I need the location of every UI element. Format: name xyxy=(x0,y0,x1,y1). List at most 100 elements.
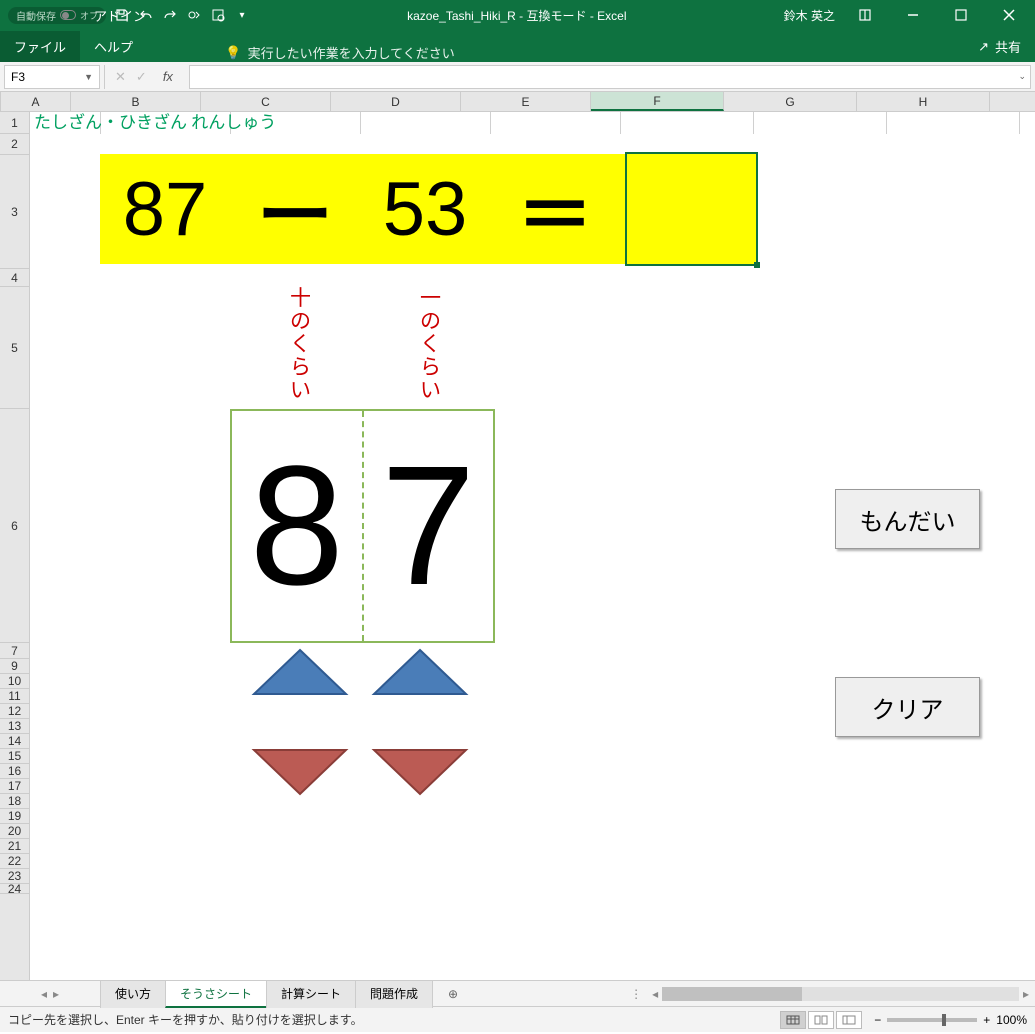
tab-file[interactable]: ファイル xyxy=(0,31,80,62)
zoom-control: − + 100% xyxy=(874,1013,1027,1027)
share-button[interactable]: ↗ 共有 xyxy=(964,31,1035,62)
column-headers: ABCDEFGHI xyxy=(0,92,1035,112)
col-header-A[interactable]: A xyxy=(1,92,71,111)
sheet-nav[interactable]: ◂ ▸ xyxy=(0,987,100,1001)
row-header-4[interactable]: 4 xyxy=(0,269,29,287)
horizontal-scrollbar[interactable]: ◂ ▸ xyxy=(646,987,1035,1001)
row-header-7[interactable]: 7 xyxy=(0,643,29,659)
fx-icon[interactable]: fx xyxy=(157,69,179,84)
ones-up-button[interactable] xyxy=(370,648,470,696)
zoom-in-button[interactable]: + xyxy=(983,1013,990,1027)
zoom-out-button[interactable]: − xyxy=(874,1013,881,1027)
formula-bar[interactable]: ⌄ xyxy=(189,65,1031,89)
row-header-5[interactable]: 5 xyxy=(0,287,29,409)
tell-me-placeholder: 実行したい作業を入力してください xyxy=(248,43,455,62)
row-header-14[interactable]: 14 xyxy=(0,734,29,749)
tens-up-button[interactable] xyxy=(250,648,350,696)
col-header-E[interactable]: E xyxy=(461,92,591,111)
scroll-left-icon[interactable]: ◂ xyxy=(652,987,658,1001)
row-header-11[interactable]: 11 xyxy=(0,689,29,704)
formula-row: F3 ▼ ✕ ✓ fx ⌄ xyxy=(0,62,1035,92)
status-bar: コピー先を選択し、Enter キーを押すか、貼り付けを選択します。 − + 10… xyxy=(0,1006,1035,1032)
name-box-value: F3 xyxy=(11,70,25,84)
tens-down-button[interactable] xyxy=(250,748,350,796)
place-value-box: 8 7 xyxy=(230,409,495,643)
col-header-G[interactable]: G xyxy=(724,92,857,111)
ribbon-options-icon[interactable] xyxy=(847,0,883,30)
status-message: コピー先を選択し、Enter キーを押すか、貼り付けを選択します。 xyxy=(8,1011,768,1028)
normal-view-button[interactable] xyxy=(780,1011,806,1029)
sheet-tab-1[interactable]: そうさシート xyxy=(165,980,267,1008)
autosave-label: 自動保存 xyxy=(16,8,56,23)
sheet-tab-3[interactable]: 問題作成 xyxy=(355,980,433,1008)
row-header-22[interactable]: 22 xyxy=(0,854,29,869)
row-header-15[interactable]: 15 xyxy=(0,749,29,764)
fill-handle[interactable] xyxy=(754,262,760,268)
col-header-F[interactable]: F xyxy=(591,92,724,111)
row-header-16[interactable]: 16 xyxy=(0,764,29,779)
row-header-21[interactable]: 21 xyxy=(0,839,29,854)
qat-customize-icon[interactable]: ▾ xyxy=(234,7,250,23)
sheet-tab-0[interactable]: 使い方 xyxy=(100,980,166,1008)
new-sheet-button[interactable]: ⊕ xyxy=(440,984,466,1004)
share-label: 共有 xyxy=(995,37,1021,56)
col-header-C[interactable]: C xyxy=(201,92,331,111)
row-header-19[interactable]: 19 xyxy=(0,809,29,824)
tab-9[interactable]: ヘルプ xyxy=(80,31,215,62)
accept-formula-icon[interactable]: ✓ xyxy=(136,69,147,85)
tens-digit: 8 xyxy=(232,411,362,641)
select-all-corner[interactable] xyxy=(0,92,1,111)
page-layout-view-button[interactable] xyxy=(808,1011,834,1029)
tens-place-label: 十のくらい xyxy=(290,287,310,402)
tab-split-icon[interactable]: ⋮ xyxy=(626,987,646,1001)
minimize-button[interactable] xyxy=(895,0,931,30)
ones-down-button[interactable] xyxy=(370,748,470,796)
row-header-18[interactable]: 18 xyxy=(0,794,29,809)
answer-cell-selected[interactable] xyxy=(625,152,758,266)
row-header-2[interactable]: 2 xyxy=(0,134,29,155)
tab-8[interactable]: アドイン xyxy=(80,0,215,31)
row-header-3[interactable]: 3 xyxy=(0,155,29,269)
equation-operator: ー xyxy=(230,154,360,264)
page-break-view-button[interactable] xyxy=(836,1011,862,1029)
col-header-I[interactable]: I xyxy=(990,92,1035,111)
sheet-tab-2[interactable]: 計算シート xyxy=(266,980,356,1008)
user-name[interactable]: 鈴木 英之 xyxy=(784,7,835,24)
worksheet-title: たしざん・ひきざん れんしゅう xyxy=(34,112,276,134)
scroll-thumb[interactable] xyxy=(662,987,802,1001)
col-header-H[interactable]: H xyxy=(857,92,990,111)
name-box[interactable]: F3 ▼ xyxy=(4,65,100,89)
toggle-icon xyxy=(60,10,76,20)
sheet-tabs-row: ◂ ▸ 使い方そうさシート計算シート問題作成 ⊕ ⋮ ◂ ▸ xyxy=(0,980,1035,1006)
grid-area: 12345679101112131415161718192021222324 た… xyxy=(0,112,1035,980)
cancel-formula-icon[interactable]: ✕ xyxy=(115,69,126,85)
window-title: kazoe_Tashi_Hiki_R - 互換モード - Excel xyxy=(250,7,784,24)
problem-button[interactable]: もんだい xyxy=(835,489,980,549)
row-header-13[interactable]: 13 xyxy=(0,719,29,734)
worksheet[interactable]: たしざん・ひきざん れんしゅう 87 ー 53 ＝ 十のくらい 一のくらい 8 … xyxy=(30,112,1035,980)
zoom-slider[interactable] xyxy=(887,1018,977,1022)
decrement-row xyxy=(250,748,470,796)
row-header-12[interactable]: 12 xyxy=(0,704,29,719)
close-button[interactable] xyxy=(991,0,1027,30)
scroll-right-icon[interactable]: ▸ xyxy=(1023,987,1029,1001)
row-header-1[interactable]: 1 xyxy=(0,112,29,134)
row-header-9[interactable]: 9 xyxy=(0,659,29,674)
expand-formula-icon[interactable]: ⌄ xyxy=(1018,71,1026,82)
col-header-D[interactable]: D xyxy=(331,92,461,111)
prev-sheet-icon[interactable]: ◂ xyxy=(41,987,47,1001)
next-sheet-icon[interactable]: ▸ xyxy=(53,987,59,1001)
col-header-B[interactable]: B xyxy=(71,92,201,111)
tell-me-search[interactable]: 💡 実行したい作業を入力してください xyxy=(225,43,454,62)
equation-left: 87 xyxy=(100,166,230,253)
row-header-24[interactable]: 24 xyxy=(0,884,29,894)
row-header-6[interactable]: 6 xyxy=(0,409,29,643)
clear-button[interactable]: クリア xyxy=(835,677,980,737)
increment-row xyxy=(250,648,470,696)
row-header-17[interactable]: 17 xyxy=(0,779,29,794)
maximize-button[interactable] xyxy=(943,0,979,30)
zoom-level[interactable]: 100% xyxy=(996,1013,1027,1027)
row-header-10[interactable]: 10 xyxy=(0,674,29,689)
chevron-down-icon: ▼ xyxy=(84,72,93,82)
row-header-20[interactable]: 20 xyxy=(0,824,29,839)
